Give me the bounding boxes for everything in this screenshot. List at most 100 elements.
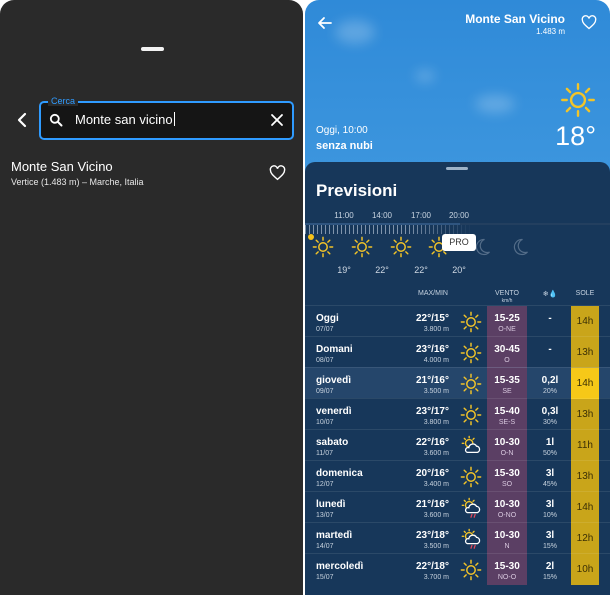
- forecast-content: Previsioni 11:00 14:00 17:00 20:00 19° 2…: [305, 0, 610, 595]
- day-row[interactable]: sabato 11/07 22°/16° 3.600 m 10-30 O-N 1l 50% 11…: [305, 429, 610, 461]
- result-title[interactable]: Monte San Vicino: [11, 159, 113, 174]
- precipitation-probability: 20%: [542, 388, 557, 395]
- freezing-level: 3.800 m: [423, 419, 449, 426]
- sun-icon: [351, 236, 373, 258]
- day-date: 09/07: [316, 388, 334, 395]
- day-name: martedì: [316, 530, 353, 541]
- wind-direction: SE: [502, 388, 512, 395]
- precipitation: 0,2l: [541, 375, 559, 386]
- freezing-level: 3.500 m: [423, 388, 449, 395]
- day-name: sabato: [316, 437, 349, 448]
- day-temperature: 21°/16°: [415, 499, 449, 510]
- hour-label: 20:00: [448, 211, 470, 220]
- sun-icon: [390, 236, 412, 258]
- col-header-precip: ❄💧: [542, 291, 558, 298]
- wind-speed: 30-45: [494, 344, 520, 355]
- day-row[interactable]: lunedì 13/07 21°/16° 3.600 m 10-30 O-NO 3l 10% 1…: [305, 491, 610, 523]
- freezing-level: 3.400 m: [423, 481, 449, 488]
- wind-speed: 15-30: [494, 468, 520, 479]
- day-temperature: 22°/15°: [415, 313, 449, 324]
- day-temperature: 20°/16°: [415, 468, 449, 479]
- sun-icon: [460, 466, 482, 488]
- sun-hours: 13h: [576, 347, 594, 358]
- freezing-level: 3.600 m: [423, 450, 449, 457]
- wind-direction: SE-S: [498, 419, 516, 426]
- freezing-level: 3.600 m: [423, 512, 449, 519]
- day-date: 12/07: [316, 481, 334, 488]
- precipitation: 0,3l: [541, 406, 559, 417]
- freezing-level: 3.800 m: [423, 326, 449, 333]
- col-header-wind-unit: km/h: [501, 298, 513, 304]
- precipitation: 3l: [545, 499, 555, 510]
- precipitation-probability: 15%: [542, 574, 557, 581]
- day-row[interactable]: mercoledì 15/07 22°/18° 3.700 m 15-30 NO-O 2l 1…: [305, 553, 610, 585]
- hour-label: 11:00: [334, 211, 354, 220]
- wind-direction: O-NO: [497, 512, 517, 519]
- day-row[interactable]: venerdì 10/07 23°/17° 3.800 m 15-40 SE-S 0,3l 3…: [305, 398, 610, 430]
- precipitation: 1l: [545, 437, 555, 448]
- day-date: 07/07: [316, 326, 334, 333]
- day-name: domenica: [316, 468, 363, 479]
- sun-icon: [312, 236, 334, 258]
- day-row[interactable]: Oggi 07/07 22°/15° 3.800 m 15-25 O-NE - 14h: [305, 305, 610, 337]
- heart-icon[interactable]: [269, 165, 286, 181]
- day-row[interactable]: giovedì 09/07 21°/16° 3.500 m 15-35 SE 0,2l 20%…: [305, 367, 610, 399]
- hour-label: 14:00: [371, 211, 393, 220]
- timeline-night: [460, 223, 610, 225]
- day-temperature: 23°/16°: [415, 344, 449, 355]
- sun-rain-icon: [460, 497, 482, 519]
- day-name: venerdì: [316, 406, 352, 417]
- wind-direction: O: [504, 357, 510, 364]
- day-date: 08/07: [316, 357, 334, 364]
- timeline-ruler: [305, 225, 473, 234]
- freezing-level: 3.700 m: [423, 574, 449, 581]
- day-name: Domani: [316, 344, 353, 355]
- day-date: 10/07: [316, 419, 334, 426]
- wind-speed: 15-30: [494, 561, 520, 572]
- hour-label: 17:00: [410, 211, 432, 220]
- col-header-sun: SOLE: [575, 290, 595, 297]
- day-row[interactable]: domenica 12/07 20°/16° 3.400 m 15-30 SO 3l 45% 1…: [305, 460, 610, 492]
- day-temperature: 22°/18°: [415, 561, 449, 572]
- precipitation: 3l: [545, 530, 555, 541]
- precipitation-probability: 45%: [542, 481, 557, 488]
- sun-hours: 11h: [577, 440, 593, 451]
- wind-speed: 10-30: [494, 437, 520, 448]
- search-query[interactable]: Monte san vicino: [75, 112, 175, 127]
- day-row[interactable]: Domani 08/07 23°/16° 4.000 m 30-45 O - 13h: [305, 336, 610, 368]
- drag-handle[interactable]: [141, 47, 164, 51]
- partly-cloudy-icon: [460, 435, 482, 457]
- wind-direction: O-N: [500, 450, 514, 457]
- sun-hours: 12h: [576, 533, 594, 544]
- result-subtitle: Vertice (1.483 m) – Marche, Italia: [11, 177, 144, 187]
- freezing-level: 4.000 m: [423, 357, 449, 364]
- precipitation: 2l: [545, 561, 555, 572]
- precipitation: -: [548, 313, 552, 324]
- day-date: 14/07: [316, 543, 334, 550]
- day-row[interactable]: martedì 14/07 23°/18° 3.500 m 10-30 N 3l 15% 12h: [305, 522, 610, 554]
- clear-icon[interactable]: [270, 113, 284, 127]
- precipitation-probability: 50%: [542, 450, 557, 457]
- sun-icon: [460, 559, 482, 581]
- pro-badge[interactable]: PRO: [442, 234, 476, 251]
- sheet-handle[interactable]: [446, 167, 468, 170]
- sun-hours: 14h: [576, 378, 594, 389]
- wind-direction: NO-O: [497, 574, 517, 581]
- freezing-level: 3.500 m: [423, 543, 449, 550]
- sun-hours: 10h: [576, 564, 594, 575]
- col-header-wind: VENTO: [495, 290, 519, 297]
- text-cursor: [173, 112, 175, 126]
- wind-speed: 15-25: [494, 313, 520, 324]
- day-name: lunedì: [316, 499, 346, 510]
- sun-icon: [460, 311, 482, 333]
- day-temperature: 23°/17°: [415, 406, 449, 417]
- forecast-title: Previsioni: [316, 181, 398, 200]
- sun-hours: 14h: [576, 502, 594, 513]
- col-header-temp: MAX/MIN: [418, 290, 448, 297]
- search-icon: [49, 113, 63, 127]
- day-name: mercoledì: [316, 561, 364, 572]
- back-arrow-icon[interactable]: [14, 111, 32, 129]
- hour-temp: 22°: [414, 265, 428, 275]
- precipitation-probability: 10%: [542, 512, 557, 519]
- wind-speed: 10-30: [494, 530, 520, 541]
